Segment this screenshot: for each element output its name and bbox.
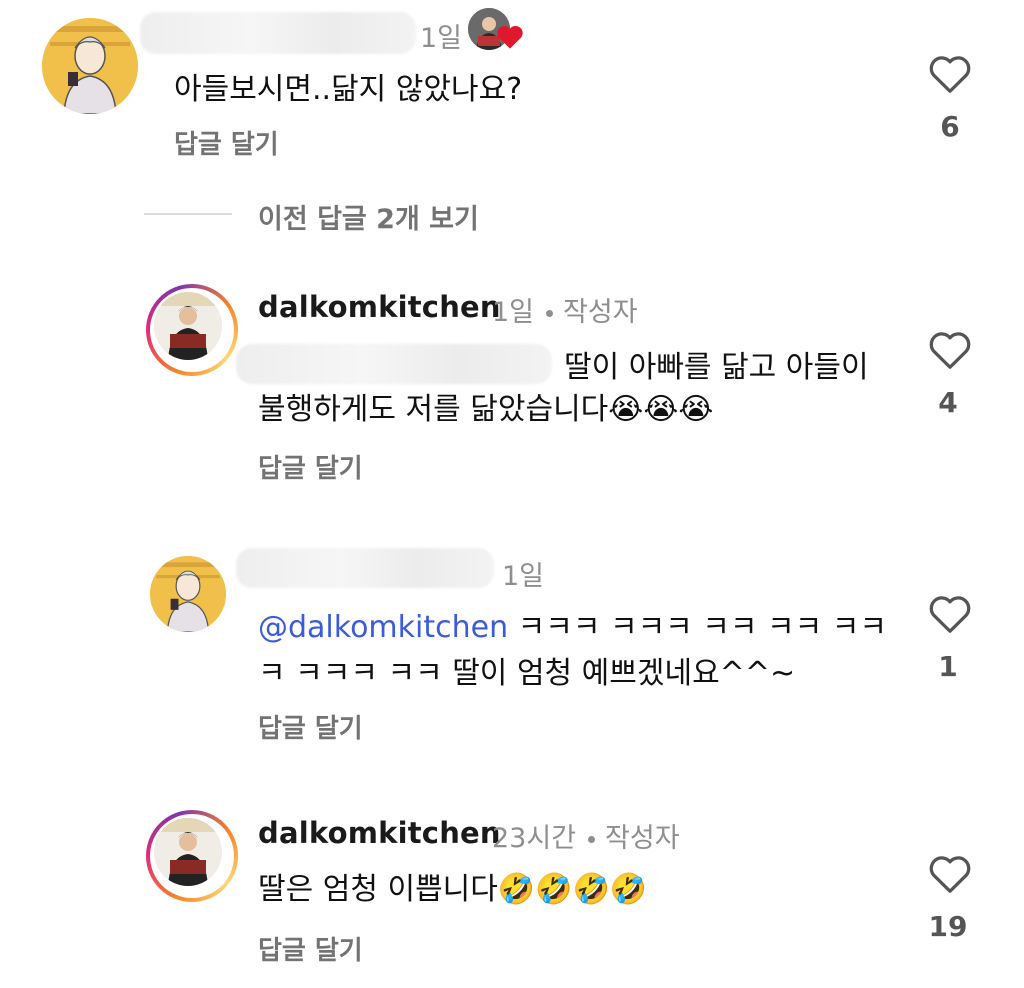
mention-redacted[interactable] — [236, 344, 552, 384]
avatar-illustration — [42, 18, 138, 114]
separator-dot — [588, 836, 596, 843]
reply-button[interactable]: 답글 달기 — [258, 930, 363, 967]
comment-time: 1일 — [420, 23, 463, 54]
comment-time: 1일 — [492, 297, 535, 328]
avatar — [154, 818, 222, 886]
ring-inner — [150, 288, 234, 372]
like-count: 19 — [928, 910, 968, 943]
crying-emoji: 😭😭😭 — [608, 392, 714, 427]
ring-inner — [150, 814, 234, 898]
author-tag: 작성자 — [563, 297, 638, 328]
story-ring[interactable] — [146, 810, 238, 902]
username-redacted[interactable] — [236, 548, 494, 588]
liked-heart-icon — [497, 25, 523, 49]
comment-text-line2: 불행하게도 저를 닮았습니다😭😭😭 — [258, 388, 713, 432]
avatar[interactable] — [42, 18, 138, 114]
heart-icon[interactable] — [928, 54, 972, 94]
comment-meta: 23시간 작성자 — [492, 816, 680, 855]
reply-button[interactable]: 답글 달기 — [258, 708, 363, 745]
heart-icon[interactable] — [928, 330, 972, 370]
comment-text-line1: @dalkomkitchen ㅋㅋㅋ ㅋㅋㅋ ㅋㅋ ㅋㅋ ㅋㅋ — [258, 606, 887, 650]
separator-dot — [546, 310, 554, 317]
like-count: 6 — [940, 110, 960, 143]
comment-text-line2: ㅋ ㅋㅋㅋ ㅋㅋ 딸이 엄청 예쁘겠네요^^~ — [258, 656, 796, 691]
view-previous-replies-button[interactable]: 이전 답글 2개 보기 — [258, 197, 479, 236]
comment-time: 1일 — [502, 561, 545, 592]
reply-button[interactable]: 답글 달기 — [258, 448, 363, 485]
comment-text-line1: 딸은 엄청 이쁩니다🤣🤣🤣🤣 — [258, 868, 647, 912]
like-count: 4 — [938, 386, 958, 419]
avatar — [154, 292, 222, 360]
comment-text-line1: 딸이 아빠를 닮고 아들이 — [564, 350, 869, 385]
like-count: 1 — [938, 650, 958, 683]
comment-meta: 1일 작성자 — [492, 290, 638, 329]
comment-time: 23시간 — [492, 823, 577, 854]
laughing-emoji: 🤣🤣🤣🤣 — [497, 872, 648, 907]
liked-by-author-badge — [468, 8, 526, 52]
replies-divider — [144, 213, 232, 215]
author-tag: 작성자 — [605, 823, 680, 854]
heart-icon[interactable] — [928, 594, 972, 634]
mention-link[interactable]: @dalkomkitchen — [258, 610, 508, 645]
comment-text: 아들보시면..닮지 않았나요? — [174, 72, 523, 107]
avatar-illustration — [150, 556, 226, 632]
username-redacted[interactable] — [140, 12, 416, 54]
story-ring[interactable] — [146, 284, 238, 376]
username[interactable]: dalkomkitchen — [258, 290, 501, 324]
heart-icon[interactable] — [928, 854, 972, 894]
comment-text: 불행하게도 저를 닮았습니다 — [258, 392, 609, 427]
username[interactable]: dalkomkitchen — [258, 816, 501, 850]
avatar[interactable] — [150, 556, 226, 632]
reply-button[interactable]: 답글 달기 — [174, 124, 279, 161]
comment-text: ㅋㅋㅋ ㅋㅋㅋ ㅋㅋ ㅋㅋ ㅋㅋ — [508, 610, 887, 645]
comment-text: 딸은 엄청 이쁩니다 — [258, 872, 498, 907]
